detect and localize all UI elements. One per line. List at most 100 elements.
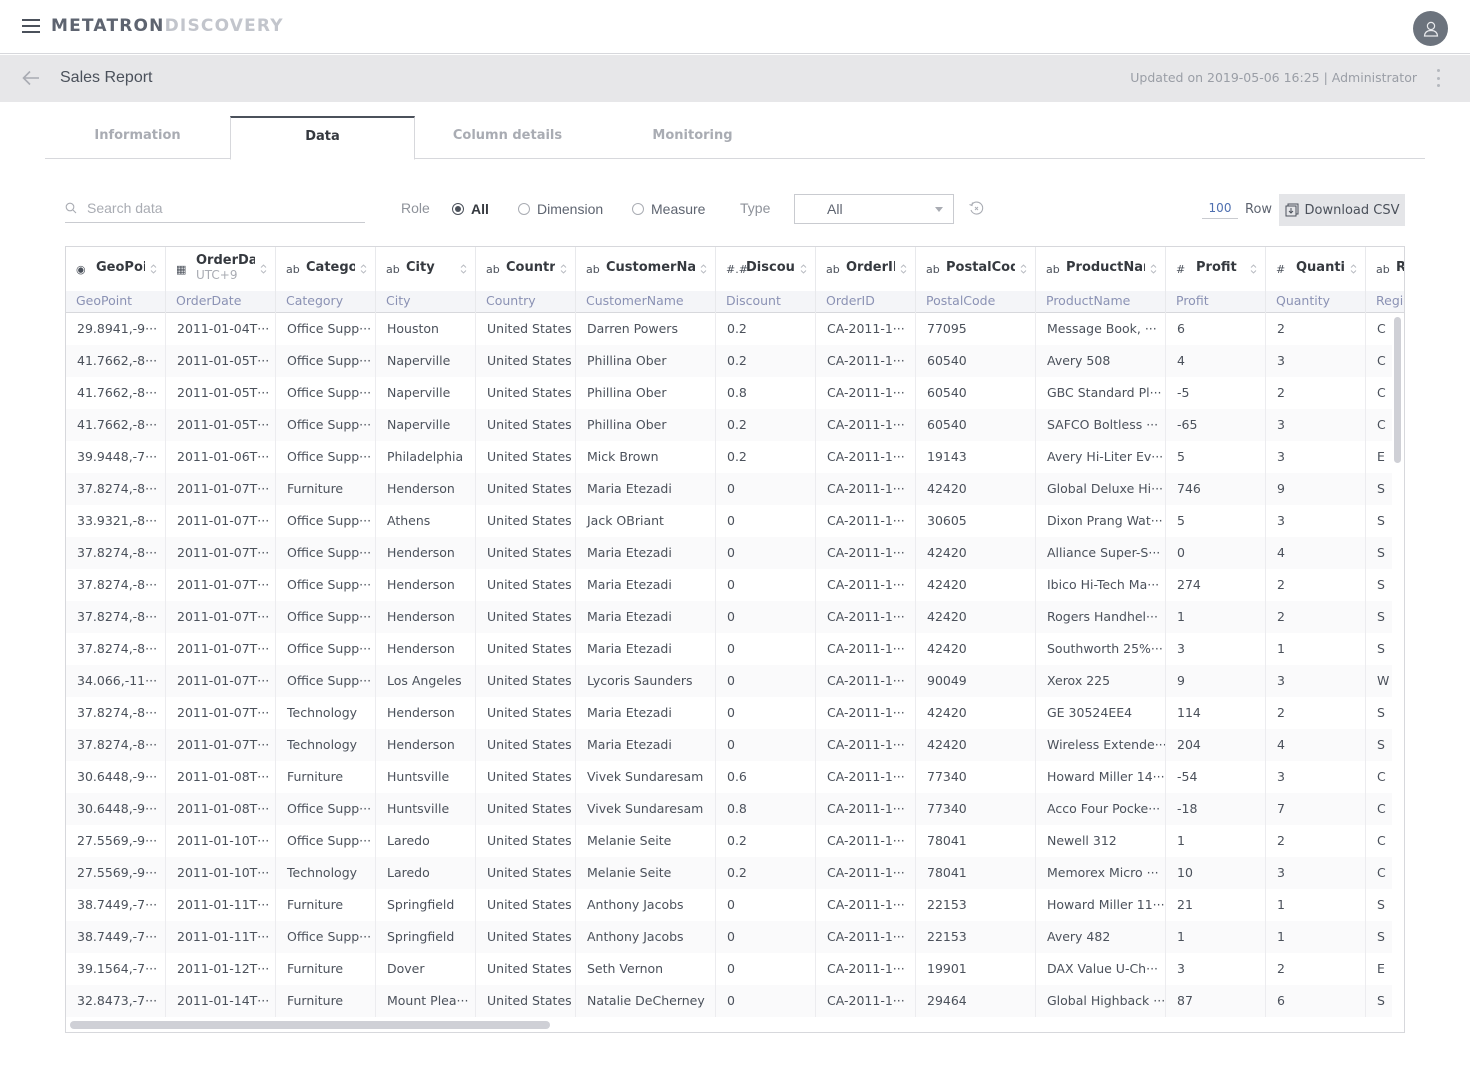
menu-icon[interactable] [22,19,40,35]
table-row[interactable]: 32.8473,-7··· 2011-01-14T··· Furniture Moun… [66,985,1392,1017]
table-row[interactable]: 37.8274,-8··· 2011-01-07T··· Technology Hen… [66,729,1392,761]
column-header-category[interactable]: ab Category Category [276,247,376,313]
updated-info: Updated on 2019-05-06 16:25 | Administra… [1130,70,1417,85]
role-radio-measure[interactable]: Measure [632,201,705,217]
cell-discount: 0.8 [716,377,816,409]
geo-icon: ◉ [76,263,86,276]
cell-city: Naperville [376,377,476,409]
user-avatar[interactable] [1413,11,1448,46]
cell-customername: Maria Etezadi [576,601,716,633]
column-header-city[interactable]: ab City City [376,247,476,313]
cell-geopoint: 30.6448,-9··· [66,793,166,825]
table-row[interactable]: 33.9321,-8··· 2011-01-07T··· Office Supp··… [66,505,1392,537]
more-options-icon[interactable] [1434,69,1442,87]
type-select[interactable]: All [794,194,954,224]
column-header-postalcode[interactable]: ab PostalCode PostalCode [916,247,1036,313]
table-row[interactable]: 29.8941,-9··· 2011-01-04T··· Office Supp··… [66,313,1392,345]
table-row[interactable]: 37.8274,-8··· 2011-01-07T··· Furniture Hend… [66,473,1392,505]
sort-icon[interactable] [1350,263,1357,275]
tab-bar: Information Data Column details Monitori… [45,116,1425,160]
sort-icon[interactable] [1150,263,1157,275]
cell-orderdate: 2011-01-07T··· [166,633,276,665]
table-row[interactable]: 30.6448,-9··· 2011-01-08T··· Furniture Hunt… [66,761,1392,793]
cell-orderdate: 2011-01-07T··· [166,729,276,761]
cell-category: Furniture [276,889,376,921]
cell-region: C [1366,377,1392,409]
role-radio-all[interactable]: All [452,201,489,217]
horizontal-scroll-thumb[interactable] [70,1021,550,1029]
column-header-region[interactable]: ab R Regio [1366,247,1404,313]
radio-label: Measure [651,201,706,217]
column-header-discount[interactable]: #.#DiscountDiscount [716,247,816,313]
sort-icon[interactable] [260,263,267,275]
column-header-customername[interactable]: ab CustomerName CustomerName [576,247,716,313]
table-row[interactable]: 39.1564,-7··· 2011-01-12T··· Furniture Dove… [66,953,1392,985]
table-row[interactable]: 38.7449,-7··· 2011-01-11T··· Furniture Spri… [66,889,1392,921]
sort-icon[interactable] [360,263,367,275]
table-row[interactable]: 37.8274,-8··· 2011-01-07T··· Office Supp··… [66,601,1392,633]
column-header-quantity[interactable]: # Quantity Quantity [1266,247,1366,313]
tab-information[interactable]: Information [45,116,230,159]
cell-country: United States [476,953,576,985]
table-row[interactable]: 37.8274,-8··· 2011-01-07T··· Office Supp··… [66,569,1392,601]
column-header-productname[interactable]: ab ProductName ProductName [1036,247,1166,313]
table-row[interactable]: 37.8274,-8··· 2011-01-07T··· Technology Hen… [66,697,1392,729]
column-header-orderid[interactable]: ab OrderID OrderID [816,247,916,313]
cell-quantity: 6 [1266,985,1366,1017]
table-row[interactable]: 37.8274,-8··· 2011-01-07T··· Office Supp··… [66,633,1392,665]
table-row[interactable]: 41.7662,-8··· 2011-01-05T··· Office Supp··… [66,345,1392,377]
cell-region: C [1366,761,1392,793]
cell-quantity: 2 [1266,953,1366,985]
cell-quantity: 3 [1266,441,1366,473]
table-row[interactable]: 37.8274,-8··· 2011-01-07T··· Office Supp··… [66,537,1392,569]
vertical-scroll-thumb[interactable] [1394,317,1401,463]
sort-icon[interactable] [700,263,707,275]
search-input[interactable] [87,198,357,218]
cell-orderid: CA-2011-1··· [816,313,916,345]
tab-data[interactable]: Data [230,116,415,160]
sort-icon[interactable] [800,263,807,275]
cell-orderdate: 2011-01-11T··· [166,889,276,921]
horizontal-scrollbar[interactable] [66,1017,1392,1032]
column-header-country[interactable]: ab Country Country [476,247,576,313]
sort-icon[interactable] [560,263,567,275]
column-alias: City [376,291,475,313]
tab-column-details[interactable]: Column details [415,116,600,159]
app-logo[interactable]: METATRONDISCOVERY [51,16,284,36]
sort-icon[interactable] [150,263,157,275]
table-row[interactable]: 39.9448,-7··· 2011-01-06T··· Office Supp··… [66,441,1392,473]
cell-country: United States [476,761,576,793]
cell-profit: 87 [1166,985,1266,1017]
sort-icon[interactable] [460,263,467,275]
reset-filter-button[interactable] [968,200,985,221]
column-header-geopoint[interactable]: ◉ GeoPoin GeoPoint [66,247,166,313]
vertical-scrollbar[interactable] [1392,313,1404,1017]
cell-postalcode: 42420 [916,729,1036,761]
cell-region: S [1366,633,1392,665]
row-count-input[interactable]: 100 [1202,201,1238,219]
cell-customername: Jack OBriant [576,505,716,537]
cell-orderdate: 2011-01-10T··· [166,857,276,889]
cell-customername: Mick Brown [576,441,716,473]
tab-monitoring[interactable]: Monitoring [600,116,785,159]
sort-icon[interactable] [900,263,907,275]
back-button[interactable] [20,67,42,89]
column-header-orderdate[interactable]: ▦OrderDateUTC+9OrderDate [166,247,276,313]
cell-city: Henderson [376,537,476,569]
table-row[interactable]: 30.6448,-9··· 2011-01-08T··· Office Supp··… [66,793,1392,825]
table-row[interactable]: 41.7662,-8··· 2011-01-05T··· Office Supp··… [66,409,1392,441]
sort-icon[interactable] [1020,263,1027,275]
sort-icon[interactable] [1250,263,1257,275]
cell-quantity: 2 [1266,825,1366,857]
table-row[interactable]: 38.7449,-7··· 2011-01-11T··· Office Supp··… [66,921,1392,953]
table-row[interactable]: 27.5569,-9··· 2011-01-10T··· Technology Lar… [66,857,1392,889]
cell-region: C [1366,825,1392,857]
table-row[interactable]: 27.5569,-9··· 2011-01-10T··· Office Supp··… [66,825,1392,857]
role-radio-dimension[interactable]: Dimension [518,201,603,217]
table-row[interactable]: 34.066,-11··· 2011-01-07T··· Office Supp··… [66,665,1392,697]
cell-productname: DAX Value U-Ch··· [1036,953,1166,985]
cell-productname: Acco Four Pocke··· [1036,793,1166,825]
download-csv-button[interactable]: Download CSV [1279,194,1405,226]
table-row[interactable]: 41.7662,-8··· 2011-01-05T··· Office Supp··… [66,377,1392,409]
column-header-profit[interactable]: # Profit Profit [1166,247,1266,313]
